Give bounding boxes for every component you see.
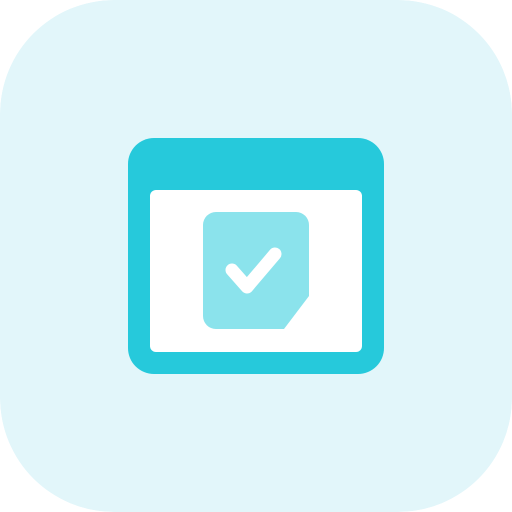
- browser-check-icon: [0, 0, 512, 512]
- app-icon-tile: [0, 0, 512, 512]
